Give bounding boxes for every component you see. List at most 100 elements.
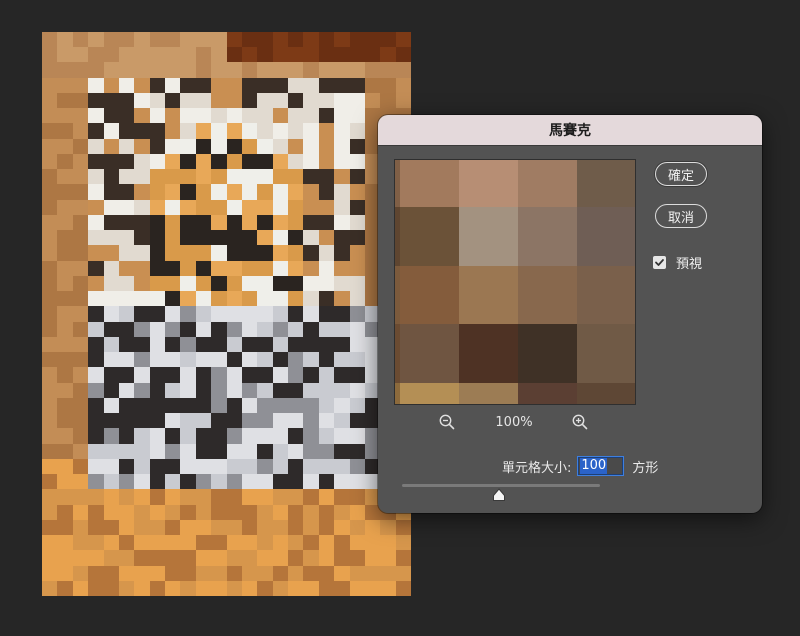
canvas-mosaic-cell — [134, 169, 150, 185]
canvas-mosaic-cell — [165, 306, 181, 322]
canvas-mosaic-cell — [42, 47, 58, 63]
canvas-mosaic-cell — [165, 580, 181, 596]
canvas-mosaic-cell — [180, 123, 196, 139]
canvas-mosaic-cell — [334, 245, 350, 261]
cancel-button[interactable]: 取消 — [655, 204, 707, 228]
canvas-mosaic-cell — [318, 245, 335, 261]
canvas-mosaic-cell — [364, 519, 381, 536]
canvas-mosaic-cell — [88, 47, 104, 63]
canvas-mosaic-cell — [334, 565, 350, 581]
canvas-mosaic-cell — [180, 565, 196, 581]
ok-button[interactable]: 確定 — [655, 162, 707, 186]
canvas-mosaic-cell — [395, 92, 411, 109]
zoom-out-icon[interactable] — [438, 413, 456, 435]
canvas-mosaic-cell — [149, 199, 165, 215]
canvas-mosaic-cell — [257, 153, 273, 170]
canvas-mosaic-cell — [288, 260, 304, 276]
canvas-mosaic-cell — [57, 92, 73, 109]
canvas-mosaic-cell — [103, 519, 119, 536]
canvas-mosaic-cell — [318, 275, 335, 292]
canvas-mosaic-cell — [211, 413, 227, 429]
canvas-mosaic-cell — [57, 519, 73, 536]
canvas-mosaic-cell — [318, 260, 335, 276]
canvas-mosaic-cell — [303, 92, 319, 109]
canvas-mosaic-cell — [257, 489, 273, 505]
canvas-mosaic-cell — [257, 260, 273, 276]
preview-mosaic-cell — [577, 160, 635, 207]
canvas-mosaic-cell — [349, 138, 365, 154]
cell-size-input[interactable]: 100 — [577, 456, 625, 476]
canvas-mosaic-cell — [57, 413, 73, 429]
canvas-mosaic-cell — [334, 458, 350, 475]
canvas-mosaic-cell — [88, 245, 104, 261]
canvas-mosaic-cell — [118, 397, 135, 414]
canvas-mosaic-cell — [334, 184, 350, 200]
canvas-mosaic-cell — [103, 367, 119, 383]
canvas-mosaic-cell — [303, 428, 319, 444]
canvas-mosaic-cell — [334, 519, 350, 536]
canvas-mosaic-cell — [211, 519, 227, 536]
canvas-mosaic-cell — [318, 199, 335, 215]
canvas-mosaic-cell — [288, 550, 304, 566]
cell-size-unit: 方形 — [632, 460, 659, 476]
canvas-mosaic-cell — [88, 519, 104, 536]
filter-preview[interactable] — [394, 159, 636, 405]
canvas-mosaic-cell — [303, 458, 319, 475]
canvas-mosaic-cell — [103, 321, 119, 337]
canvas-mosaic-cell — [134, 230, 150, 246]
canvas-mosaic-cell — [303, 474, 319, 490]
canvas-mosaic-cell — [288, 413, 304, 429]
canvas-mosaic-cell — [226, 138, 242, 154]
canvas-mosaic-cell — [134, 306, 150, 322]
canvas-mosaic-cell — [42, 535, 58, 551]
canvas-mosaic-cell — [318, 123, 335, 139]
canvas-mosaic-cell — [195, 291, 212, 307]
canvas-mosaic-cell — [380, 92, 396, 109]
canvas-mosaic-cell — [57, 184, 73, 200]
canvas-mosaic-cell — [57, 535, 73, 551]
canvas-mosaic-cell — [165, 245, 181, 261]
zoom-in-icon[interactable] — [571, 413, 589, 435]
canvas-mosaic-cell — [272, 519, 288, 536]
canvas-mosaic-cell — [334, 489, 350, 505]
canvas-mosaic-cell — [103, 413, 119, 429]
canvas-mosaic-cell — [211, 199, 227, 215]
canvas-mosaic-cell — [211, 443, 227, 459]
canvas-mosaic-cell — [149, 413, 165, 429]
preview-checkbox[interactable] — [653, 256, 666, 269]
canvas-mosaic-cell — [211, 47, 227, 63]
canvas-mosaic-cell — [257, 535, 273, 551]
canvas-mosaic-cell — [318, 108, 335, 124]
canvas-mosaic-cell — [42, 153, 58, 170]
canvas-mosaic-cell — [103, 138, 119, 154]
canvas-mosaic-cell — [241, 214, 258, 231]
slider-thumb-icon[interactable] — [492, 487, 506, 506]
canvas-mosaic-cell — [211, 397, 227, 414]
canvas-mosaic-cell — [195, 580, 212, 596]
canvas-mosaic-cell — [364, 580, 381, 596]
canvas-mosaic-cell — [103, 443, 119, 459]
canvas-mosaic-cell — [318, 580, 335, 596]
canvas-mosaic-cell — [134, 474, 150, 490]
canvas-mosaic-cell — [318, 382, 335, 398]
preview-label: 預視 — [676, 257, 703, 272]
preview-mosaic-cell — [577, 383, 635, 404]
canvas-mosaic-cell — [288, 474, 304, 490]
canvas-mosaic-cell — [334, 153, 350, 170]
canvas-mosaic-cell — [272, 489, 288, 505]
canvas-mosaic-cell — [42, 550, 58, 566]
canvas-mosaic-cell — [318, 62, 335, 78]
canvas-mosaic-cell — [103, 245, 119, 261]
canvas-mosaic-cell — [57, 367, 73, 383]
canvas-mosaic-cell — [272, 367, 288, 383]
canvas-mosaic-cell — [118, 153, 135, 170]
preview-toggle[interactable]: 預視 — [653, 253, 702, 272]
canvas-mosaic-cell — [88, 413, 104, 429]
dialog-title-bar[interactable]: 馬賽克 — [378, 115, 762, 146]
canvas-mosaic-cell — [272, 153, 288, 170]
canvas-mosaic-cell — [318, 443, 335, 459]
canvas-mosaic-cell — [165, 92, 181, 109]
canvas-mosaic-cell — [195, 535, 212, 551]
canvas-mosaic-cell — [180, 108, 196, 124]
canvas-mosaic-cell — [211, 489, 227, 505]
